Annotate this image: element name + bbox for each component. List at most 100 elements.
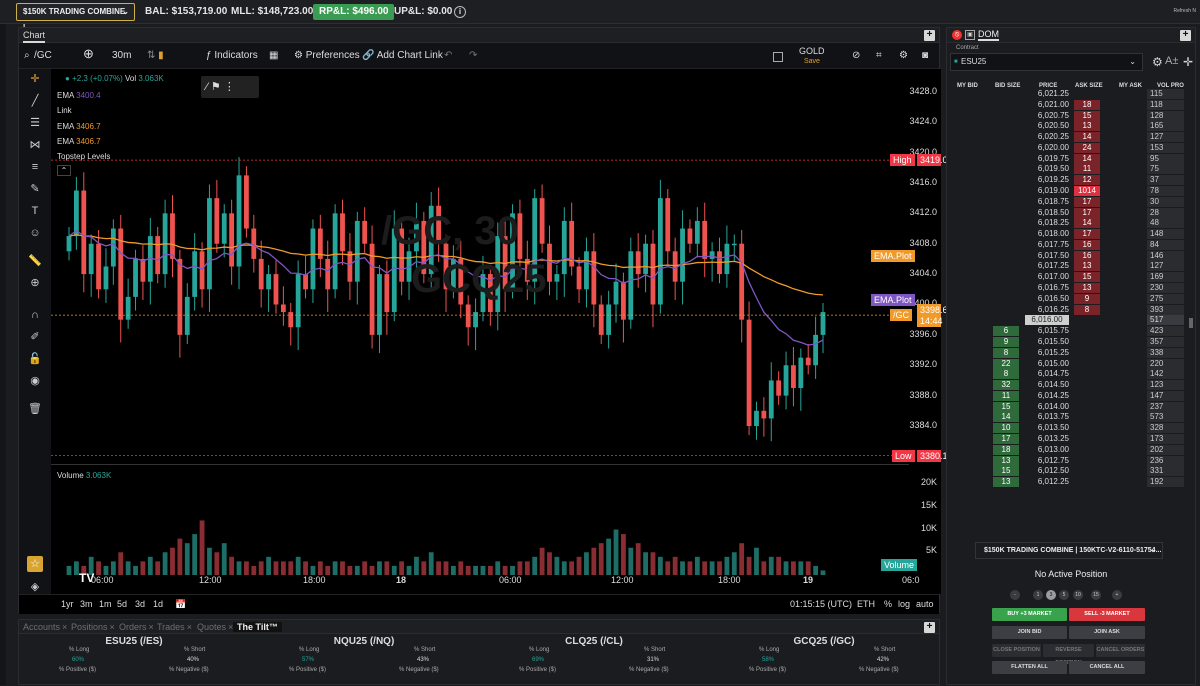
contract-selector[interactable]: ■ ESU25 ⌄	[950, 53, 1143, 71]
range-button[interactable]: 1m	[99, 599, 112, 609]
more-icon[interactable]: ⋮	[224, 81, 235, 93]
magnifier-icon[interactable]: ⊘	[852, 49, 860, 63]
dom-row[interactable]: 18 6,013.00 202	[947, 444, 1187, 455]
qty-option[interactable]: 1	[1033, 590, 1043, 600]
dom-row[interactable]: 6,020.00 24 153	[947, 142, 1187, 153]
dom-row[interactable]: 22 6,015.00 220	[947, 358, 1187, 369]
dom-row[interactable]: 6,020.75 15 128	[947, 110, 1187, 121]
add-dom-panel-button[interactable]: +	[1180, 30, 1191, 41]
dom-row[interactable]: 6,021.00 18 118	[947, 99, 1187, 110]
preferences-button[interactable]: ⚙ Preferences	[294, 49, 360, 63]
dom-row[interactable]: 8 6,015.25 338	[947, 347, 1187, 358]
brush-icon[interactable]: ✎	[27, 181, 43, 197]
text-icon[interactable]: T	[27, 203, 43, 219]
dom-row[interactable]: 15 6,012.50 331	[947, 466, 1187, 477]
dom-row[interactable]: 13 6,012.25 192	[947, 477, 1187, 488]
dom-row[interactable]: 6,017.25 13 127	[947, 261, 1187, 272]
dom-row[interactable]: 8 6,014.75 142	[947, 369, 1187, 380]
range-button[interactable]: 1d	[153, 599, 163, 609]
dom-row[interactable]: 11 6,014.25 147	[947, 390, 1187, 401]
settings-icon[interactable]: ⚙	[899, 49, 908, 63]
dom-row[interactable]: 6,019.25 12 37	[947, 175, 1187, 186]
line-tool-icon[interactable]: ⁄	[206, 81, 208, 93]
dom-row[interactable]: 6,016.50 9 275	[947, 293, 1187, 304]
lock-icon[interactable]: 🔓	[27, 351, 43, 367]
search-icon[interactable]: ⌕	[24, 49, 30, 63]
dom-row[interactable]: 6,018.50 17 28	[947, 207, 1187, 218]
camera-screenshot-icon[interactable]: ⌗	[876, 49, 882, 63]
sell-market-button[interactable]: SELL -3 MARKET	[1069, 608, 1145, 621]
channel-icon[interactable]: ≡	[27, 159, 43, 175]
cancel-all-button[interactable]: CANCEL ALL	[1069, 661, 1145, 674]
chart-type-icon[interactable]: ⇅ ▮	[147, 49, 164, 63]
fib-icon[interactable]: ☰	[27, 115, 43, 131]
cancel-orders-button[interactable]: CANCEL ORDERS	[1096, 644, 1145, 657]
eth-toggle[interactable]: ETH	[857, 599, 875, 609]
dom-row[interactable]: 6,016.00 517	[947, 315, 1187, 326]
dom-row[interactable]: 6 6,015.75 423	[947, 326, 1187, 337]
range-button[interactable]: 3d	[135, 599, 145, 609]
undo-icon[interactable]: ↶	[444, 49, 452, 63]
auto-toggle[interactable]: auto	[916, 599, 934, 609]
dom-row[interactable]: 15 6,014.00 237	[947, 401, 1187, 412]
snapshot-icon[interactable]: ◙	[922, 49, 928, 63]
dom-row[interactable]: 6,018.75 17 30	[947, 196, 1187, 207]
dom-row[interactable]: 10 6,013.50 328	[947, 423, 1187, 434]
price-plot[interactable]: ● +2.3 (+0.07%) Vol 3.063K EMA 3400.4 Li…	[51, 69, 909, 464]
dom-row[interactable]: 9 6,015.50 357	[947, 336, 1187, 347]
add-panel-button[interactable]: +	[924, 30, 935, 41]
buy-market-button[interactable]: BUY +3 MARKET	[992, 608, 1067, 621]
dom-row[interactable]: 6,018.00 17 148	[947, 229, 1187, 240]
save-link[interactable]: Save	[804, 55, 820, 69]
ruler-icon[interactable]: 📏	[27, 253, 43, 269]
dom-row[interactable]: 6,019.00 1014 78	[947, 186, 1187, 197]
dom-row[interactable]: 6,016.75 13 230	[947, 283, 1187, 294]
add-chart-link-button[interactable]: 🔗 Add Chart Link	[362, 49, 443, 63]
indicators-button[interactable]: ƒ Indicators	[206, 49, 258, 63]
floating-draw-toolbar[interactable]: ⁄ ⚑ ⋮	[201, 76, 259, 98]
emoji-icon[interactable]: ☺	[27, 225, 43, 241]
crosshair-icon[interactable]: ✛	[27, 71, 43, 87]
font-size-icon[interactable]: A±	[1165, 55, 1178, 67]
dom-row[interactable]: 13 6,012.75 236	[947, 455, 1187, 466]
dom-row[interactable]: 6,020.50 13 165	[947, 121, 1187, 132]
dom-account-selector[interactable]: $150K TRADING COMBINE | 150KTC-V2-6110-5…	[975, 542, 1163, 559]
dom-row[interactable]: 32 6,014.50 123	[947, 380, 1187, 391]
magnet-icon[interactable]: ∩	[27, 307, 43, 323]
trendline-icon[interactable]: ╱	[27, 93, 43, 109]
dom-row[interactable]: 6,016.25 8 393	[947, 304, 1187, 315]
interval-selector[interactable]: 30m	[112, 49, 131, 63]
join-ask-button[interactable]: JOIN ASK	[1069, 626, 1145, 639]
pattern-icon[interactable]: ⋈	[27, 137, 43, 153]
star-icon[interactable]: ☆	[27, 556, 43, 572]
dom-row[interactable]: 6,017.75 16 84	[947, 239, 1187, 250]
qty-option[interactable]: 5	[1059, 590, 1069, 600]
redo-icon[interactable]: ↷	[469, 49, 477, 63]
dom-row[interactable]: 14 6,013.75 573	[947, 412, 1187, 423]
increase-qty-button[interactable]: +	[1112, 590, 1122, 600]
dom-row[interactable]: 6,018.25 14 48	[947, 218, 1187, 229]
add-symbol-icon[interactable]: ⊕	[83, 47, 94, 61]
qty-option[interactable]: 3	[1046, 590, 1056, 600]
dom-row[interactable]: 6,020.25 14 127	[947, 132, 1187, 143]
lock-drawing-icon[interactable]: ✐	[27, 329, 43, 345]
layers-icon[interactable]: ◈	[27, 579, 43, 595]
dom-row[interactable]: 6,017.00 15 169	[947, 272, 1187, 283]
range-button[interactable]: 1yr	[61, 599, 74, 609]
dom-row[interactable]: 6,021.25 115	[947, 89, 1187, 99]
dom-row[interactable]: 6,019.75 14 95	[947, 153, 1187, 164]
layout-grid-icon[interactable]: ▦	[269, 49, 278, 63]
trash-icon[interactable]: 🗑	[27, 401, 43, 417]
center-icon[interactable]: ✛	[1183, 55, 1193, 69]
no-entry-icon[interactable]: ⦸	[952, 30, 962, 40]
flatten-all-button[interactable]: FLATTEN ALL	[992, 661, 1067, 674]
dom-row[interactable]: 6,017.50 16 146	[947, 250, 1187, 261]
percent-toggle[interactable]: %	[884, 599, 892, 609]
collapse-legend-icon[interactable]: ⌃	[57, 165, 71, 176]
qty-option[interactable]: 15	[1091, 590, 1101, 600]
info-icon[interactable]: i	[454, 6, 466, 18]
decrease-qty-button[interactable]: -	[1010, 590, 1020, 600]
reverse-position-button[interactable]: REVERSE POSITION	[1043, 644, 1094, 666]
calendar-icon[interactable]: 📅	[175, 599, 186, 610]
account-selector[interactable]: $150K TRADING COMBINE |...⌄	[16, 3, 135, 32]
